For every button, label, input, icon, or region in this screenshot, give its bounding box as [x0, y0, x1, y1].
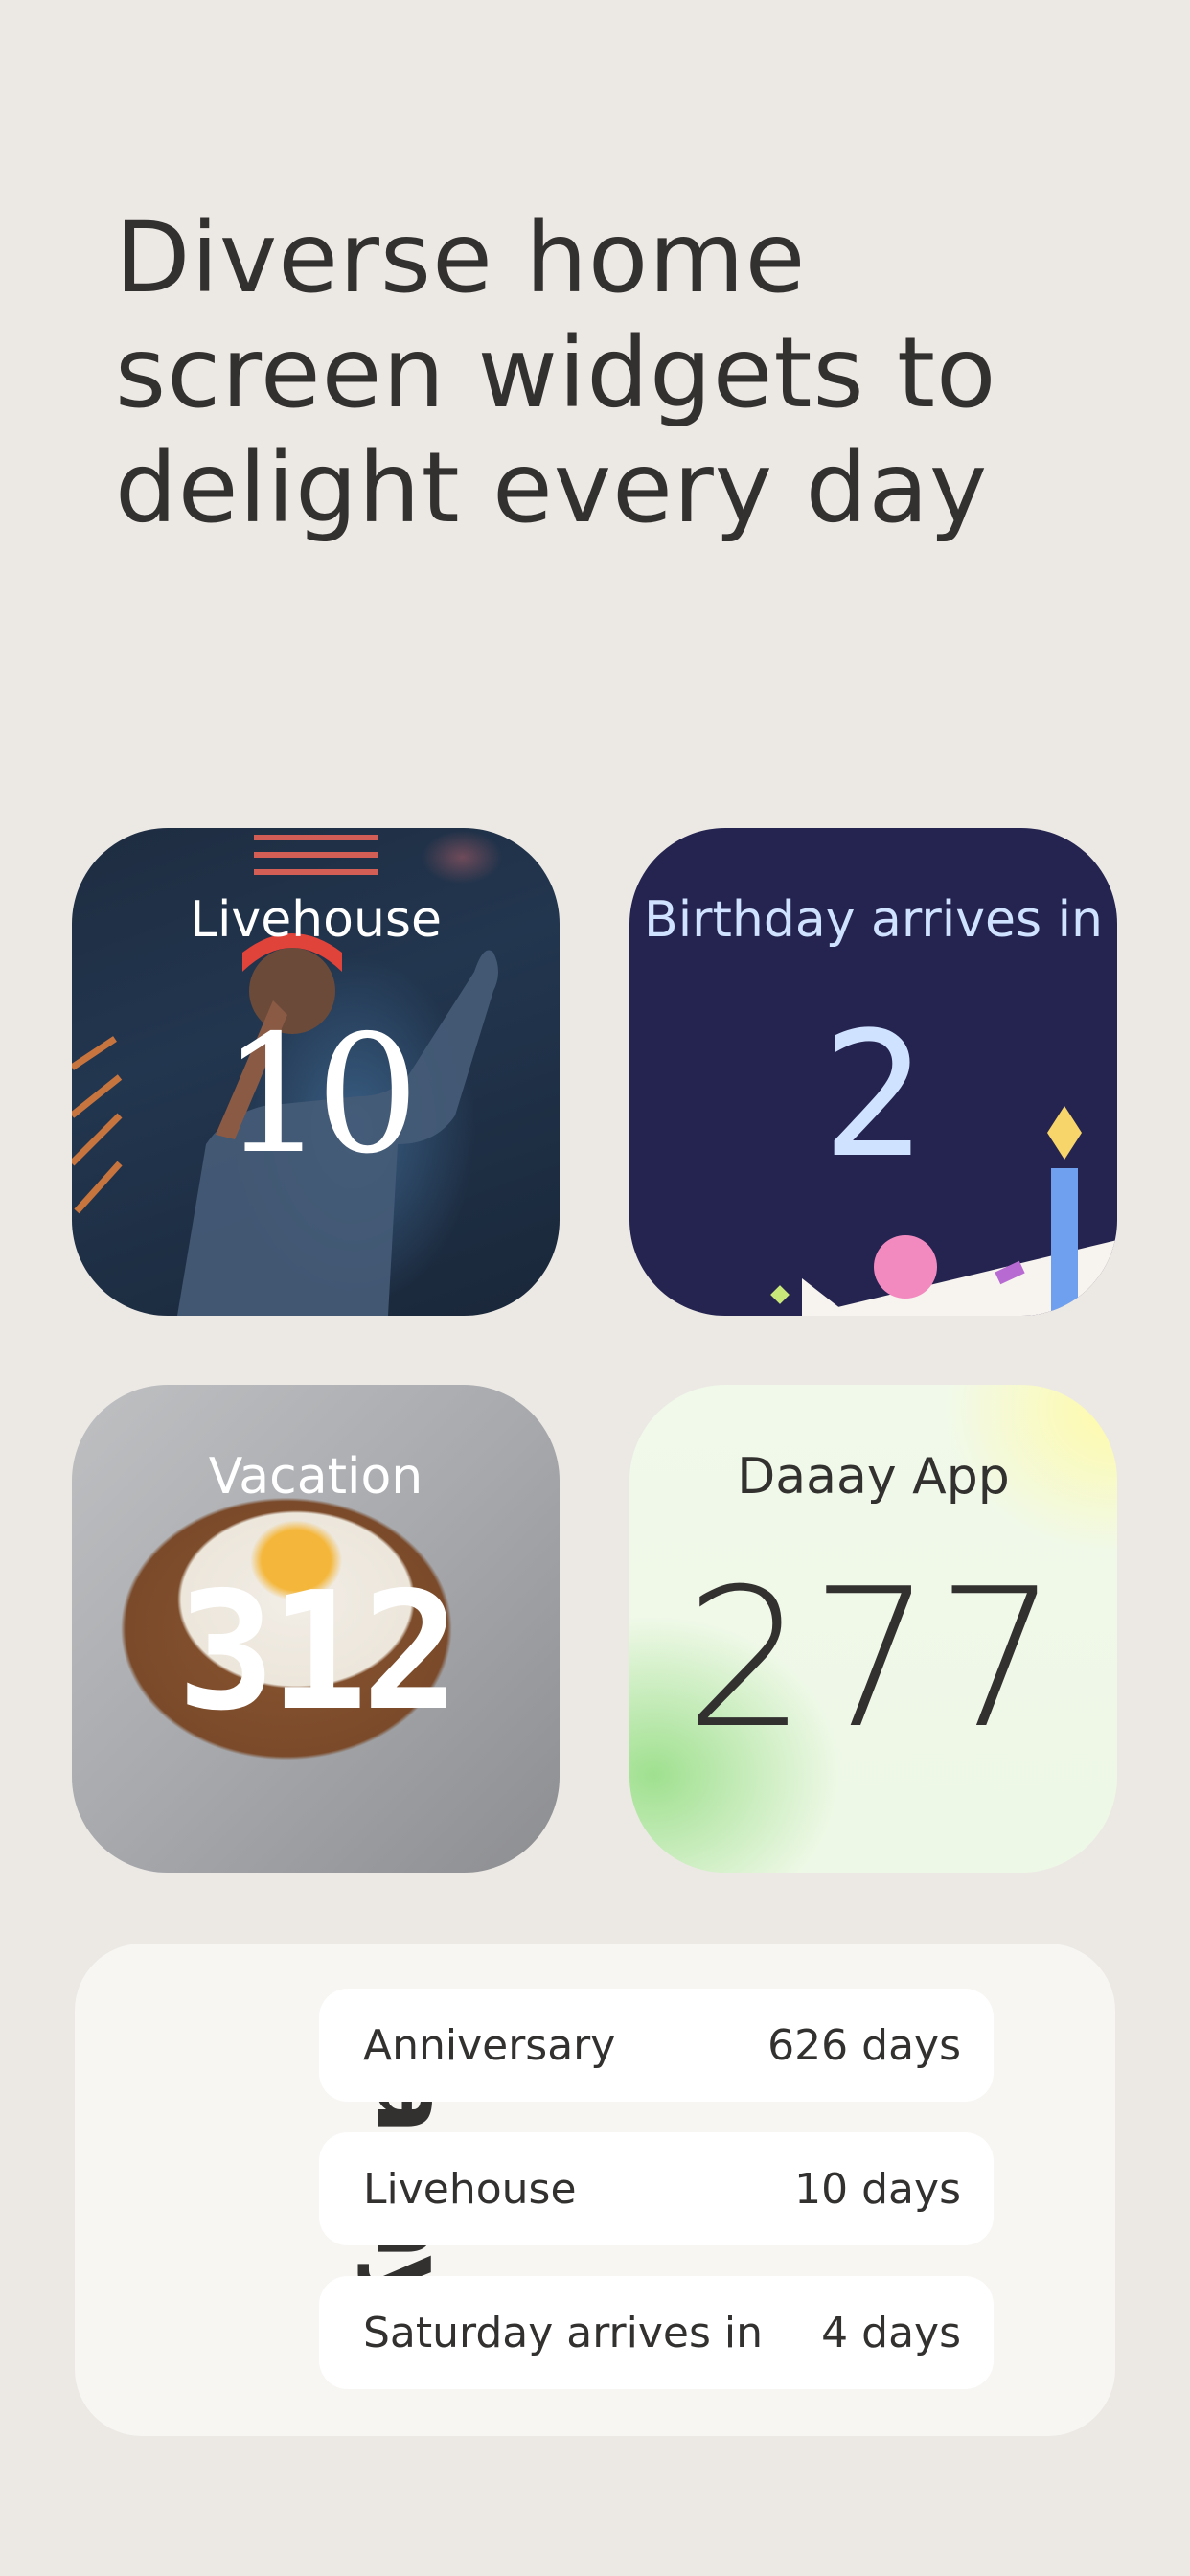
widget-title: Birthday arrives in	[644, 891, 1103, 949]
widget-title: Daaay App	[737, 1448, 1010, 1506]
headline-line-3: delight every day	[115, 431, 989, 545]
list-item[interactable]: Livehouse 10 days	[319, 2132, 994, 2245]
countdown-value: 2	[821, 996, 926, 1196]
headline-line-1: Diverse home	[115, 201, 807, 315]
event-label: Livehouse	[363, 2165, 577, 2214]
event-label: Anniversary	[363, 2021, 616, 2070]
widget-title: Livehouse	[190, 891, 442, 949]
headline-line-2: screen widgets to	[115, 316, 997, 430]
widget-title: Vacation	[208, 1448, 423, 1506]
event-days: 626 days	[767, 2021, 961, 2070]
vacation-widget[interactable]: Vacation 312	[72, 1385, 560, 1873]
event-label: Saturday arrives in	[363, 2309, 763, 2358]
list-item[interactable]: Anniversary 626 days	[319, 1989, 994, 2102]
daaay-app-widget[interactable]: Daaay App 277	[629, 1385, 1117, 1873]
list-item[interactable]: Saturday arrives in 4 days	[319, 2276, 994, 2389]
event-days: 10 days	[794, 2165, 961, 2214]
headline: Diverse home screen widgets to delight e…	[115, 201, 1073, 546]
event-days: 4 days	[821, 2309, 961, 2358]
countdown-value: 312	[176, 1557, 460, 1747]
livehouse-widget[interactable]: Livehouse 10	[72, 828, 560, 1316]
daaay-list-widget[interactable]: Daaay Anniversary 626 days Livehouse 10 …	[75, 1944, 1115, 2436]
countdown-value: 277	[684, 1548, 1063, 1771]
birthday-widget[interactable]: Birthday arrives in 2	[629, 828, 1117, 1316]
countdown-value: 10	[221, 1000, 419, 1190]
